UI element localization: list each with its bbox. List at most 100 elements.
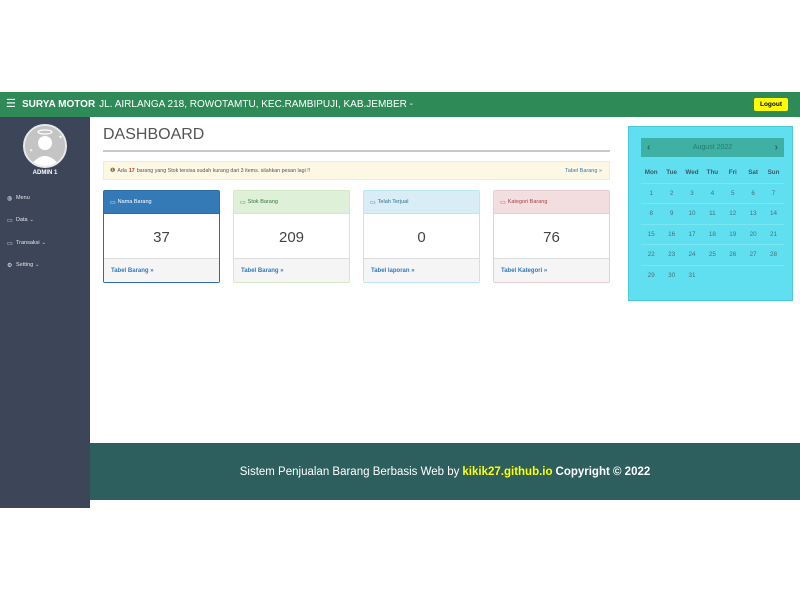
calendar-day: [723, 266, 743, 287]
svg-text:✦: ✦: [58, 134, 63, 141]
hamburger-menu-icon[interactable]: ☰: [6, 99, 20, 110]
calendar-day[interactable]: 14: [763, 204, 783, 224]
brand-name[interactable]: SURYA MOTOR: [22, 99, 95, 110]
calendar-day: [743, 266, 763, 287]
panel-title: Telah Terjual: [377, 199, 409, 205]
calendar-day[interactable]: 24: [682, 245, 702, 265]
footer-text: Sistem Penjualan Barang Berbasis Web by: [239, 465, 460, 478]
calendar-day[interactable]: 26: [723, 245, 743, 265]
sidebar-item-label: Setting: [16, 262, 34, 268]
sidebar-item-menu[interactable]: ◍ Menu: [7, 193, 30, 203]
panel-value: 209: [278, 228, 305, 246]
footer-github-link[interactable]: kikik27.github.io: [462, 466, 552, 478]
logout-button[interactable]: Logout: [754, 98, 788, 111]
panel-link[interactable]: Tabel laporan »: [364, 258, 479, 282]
calendar-day[interactable]: 21: [763, 225, 783, 245]
calendar-day[interactable]: 28: [763, 245, 783, 265]
calendar-week-row: 8 9 10 11 12 13 14: [641, 204, 784, 225]
calendar-day[interactable]: 4: [702, 184, 722, 204]
desktop-icon: ▭: [7, 217, 13, 224]
top-navbar: ☰ SURYA MOTOR JL. AIRLANGA 218, ROWOTAMT…: [0, 92, 800, 117]
calendar-day[interactable]: 13: [743, 204, 763, 224]
calendar-day[interactable]: 7: [763, 184, 783, 204]
panel-title: Stok Barang: [247, 199, 278, 205]
gear-icon: ⚙: [7, 262, 13, 269]
calendar-day[interactable]: 15: [641, 225, 661, 245]
calendar-next-button[interactable]: ›: [775, 142, 778, 153]
stock-alert: ❶ Ada 17 barang yang Stok tersisa sudah …: [103, 161, 610, 180]
footer-copyright: Copyright © 2022: [555, 465, 651, 478]
chevron-down-icon: ⌄: [29, 217, 34, 223]
calendar-day[interactable]: 17: [682, 225, 702, 245]
calendar-day[interactable]: 3: [682, 184, 702, 204]
panel-link[interactable]: Tabel Barang »: [234, 258, 349, 282]
calendar-day[interactable]: 30: [661, 266, 681, 287]
page-title: DASHBOARD: [103, 126, 205, 143]
calendar-day[interactable]: 27: [743, 245, 763, 265]
calendar-day[interactable]: 25: [702, 245, 722, 265]
main-content: DASHBOARD ❶ Ada 17 barang yang Stok ters…: [90, 117, 800, 443]
app-frame: ☰ SURYA MOTOR JL. AIRLANGA 218, ROWOTAMT…: [0, 92, 800, 508]
panel-value: 37: [153, 228, 170, 246]
weekday-label: Mon: [644, 169, 658, 176]
sidebar-item-label: Menu: [16, 195, 30, 201]
panel-heading: ▭ Telah Terjual: [364, 191, 479, 214]
calendar-day[interactable]: 16: [661, 225, 681, 245]
calendar-week-row: 22 23 24 25 26 27 28: [641, 245, 784, 266]
weekday-label: Tue: [666, 169, 677, 176]
calendar-day[interactable]: 29: [641, 266, 661, 287]
sidebar-item-transaksi[interactable]: ▭ Transaksi ⌄: [7, 238, 46, 248]
calendar-prev-button[interactable]: ‹: [647, 142, 650, 153]
panel-nama-barang: ▭ Nama Barang 37 Tabel Barang »: [103, 190, 220, 283]
calendar-day[interactable]: 11: [702, 204, 722, 224]
weekday-label: Fri: [728, 169, 737, 176]
calendar-day[interactable]: 12: [723, 204, 743, 224]
calendar-weekday-row: Mon Tue Wed Thu Fri Sat Sun: [641, 163, 784, 184]
calendar-day[interactable]: 9: [661, 204, 681, 224]
calendar-day[interactable]: 22: [641, 245, 661, 265]
admin-name: ADMIN 1: [32, 170, 58, 176]
store-address: JL. AIRLANGA 218, ROWOTAMTU, KEC.RAMBIPU…: [99, 99, 413, 110]
alert-text: barang yang Stok tersisa sudah kurang da…: [136, 167, 311, 174]
calendar-day: [763, 266, 783, 287]
panel-link[interactable]: Tabel Kategori »: [494, 258, 609, 282]
panel-title: Nama Barang: [117, 199, 152, 205]
calendar-day[interactable]: 18: [702, 225, 722, 245]
sidebar-item-setting[interactable]: ⚙ Setting ⌄: [7, 260, 39, 270]
panel-stok-barang: ▭ Stok Barang 209 Tabel Barang »: [233, 190, 350, 283]
calendar-day[interactable]: 2: [661, 184, 681, 204]
calendar-day[interactable]: 10: [682, 204, 702, 224]
chevron-down-icon: ⌄: [35, 262, 40, 268]
sidebar-item-data[interactable]: ▭ Data ⌄: [7, 215, 34, 225]
panel-telah-terjual: ▭ Telah Terjual 0 Tabel laporan »: [363, 190, 480, 283]
dashboard-icon: ◍: [7, 195, 13, 202]
calendar-week-row: 15 16 17 18 19 20 21: [641, 225, 784, 245]
calendar-day: [702, 266, 722, 287]
title-divider: [103, 150, 610, 152]
calendar-day[interactable]: 1: [641, 184, 661, 204]
panel-kategori-barang: ▭ Kategori Barang 76 Tabel Kategori »: [493, 190, 610, 283]
footer-bottom-strip: [90, 500, 800, 508]
sidebar-item-label: Data: [16, 217, 28, 223]
panel-heading: ▭ Kategori Barang: [494, 191, 609, 214]
calendar-header: ‹ August 2022 ›: [641, 138, 784, 157]
calendar-day[interactable]: 20: [743, 225, 763, 245]
sidebar: ✦ ✦ ADMIN 1 ◍ Menu ▭ Data ⌄ ▭ Transaksi …: [0, 117, 90, 508]
calendar-month-label[interactable]: August 2022: [693, 144, 732, 151]
alert-tabel-barang-link[interactable]: Tabel Barang »: [565, 168, 602, 174]
desktop-icon: ▭: [110, 199, 116, 206]
calendar-day[interactable]: 6: [743, 184, 763, 204]
calendar-day[interactable]: 5: [723, 184, 743, 204]
calendar-day[interactable]: 31: [682, 266, 702, 287]
panel-link[interactable]: Tabel Barang »: [104, 258, 219, 282]
desktop-icon: ▭: [500, 199, 506, 206]
calendar-day[interactable]: 23: [661, 245, 681, 265]
calendar-day[interactable]: 8: [641, 204, 661, 224]
weekday-label: Sat: [748, 169, 759, 176]
weekday-label: Thu: [706, 169, 719, 176]
calendar-day[interactable]: 19: [723, 225, 743, 245]
panel-heading: ▭ Stok Barang: [234, 191, 349, 214]
panel-title: Kategori Barang: [507, 199, 548, 205]
alert-count: 17: [128, 167, 135, 174]
calendar-week-row: 29 30 31: [641, 266, 784, 287]
